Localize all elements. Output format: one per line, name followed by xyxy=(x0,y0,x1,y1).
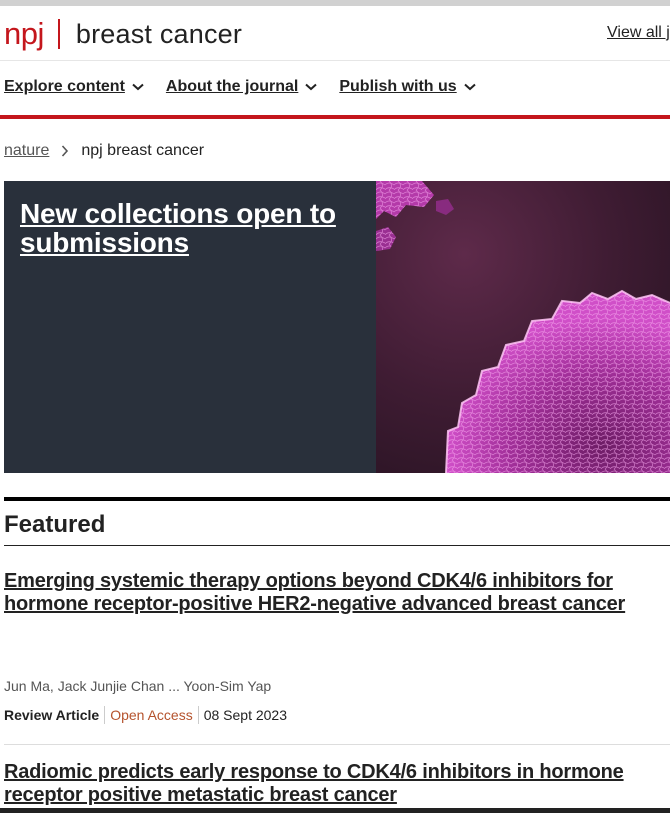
breadcrumb: nature npj breast cancer xyxy=(4,142,204,160)
featured-heading: Featured xyxy=(4,511,106,538)
article-title-link[interactable]: Radiomic predicts early response to CDK4… xyxy=(4,761,624,806)
hero-banner[interactable]: New collections open to submissions xyxy=(4,181,670,473)
hero-title-link[interactable]: New collections open to submissions xyxy=(20,199,360,257)
logo-npj: npj xyxy=(4,16,44,51)
chevron-down-icon xyxy=(305,83,318,91)
nav-item-label: Explore content xyxy=(4,78,125,95)
featured-bottom-rule xyxy=(4,545,670,546)
journal-logo[interactable]: npj breast cancer xyxy=(4,14,242,54)
featured-top-rule xyxy=(4,497,670,501)
article-type: Review Article xyxy=(4,707,100,723)
article-divider xyxy=(4,744,670,745)
bottom-edge-bar xyxy=(0,808,670,813)
nav-publish-with-us[interactable]: Publish with us xyxy=(339,78,476,96)
article-title-link[interactable]: Emerging systemic therapy options beyond… xyxy=(4,570,625,615)
header-divider xyxy=(0,60,670,61)
chevron-down-icon xyxy=(132,83,144,91)
nav-explore-content[interactable]: Explore content xyxy=(4,78,144,96)
chevron-right-icon xyxy=(62,145,69,157)
nav-accent-bar xyxy=(0,115,670,119)
breadcrumb-current: npj breast cancer xyxy=(81,142,205,159)
article-meta: Review Article Open Access 08 Sept 2023 xyxy=(4,706,287,724)
article-authors: Jun Ma, Jack Junjie Chan ... Yoon-Sim Ya… xyxy=(4,678,272,694)
article-item: Radiomic predicts early response to CDK4… xyxy=(4,761,670,807)
nav-item-label: Publish with us xyxy=(339,78,457,95)
nav-about-journal[interactable]: About the journal xyxy=(165,78,318,96)
nav-item-label: About the journal xyxy=(165,78,299,95)
chevron-down-icon xyxy=(464,83,476,91)
open-access-badge: Open Access xyxy=(110,707,193,723)
cell-cluster-image xyxy=(376,181,670,473)
article-item: Emerging systemic therapy options beyond… xyxy=(4,570,670,616)
main-nav: Explore content About the journal Publis… xyxy=(4,78,498,96)
view-all-journals-link[interactable]: View all j xyxy=(607,24,670,42)
meta-divider xyxy=(197,706,199,724)
logo-journal-title: breast cancer xyxy=(75,18,243,49)
browser-top-strip xyxy=(0,0,670,6)
breadcrumb-nature-link[interactable]: nature xyxy=(4,142,49,160)
meta-divider xyxy=(104,706,106,724)
article-date: 08 Sept 2023 xyxy=(203,707,287,723)
logo-divider xyxy=(57,19,60,49)
